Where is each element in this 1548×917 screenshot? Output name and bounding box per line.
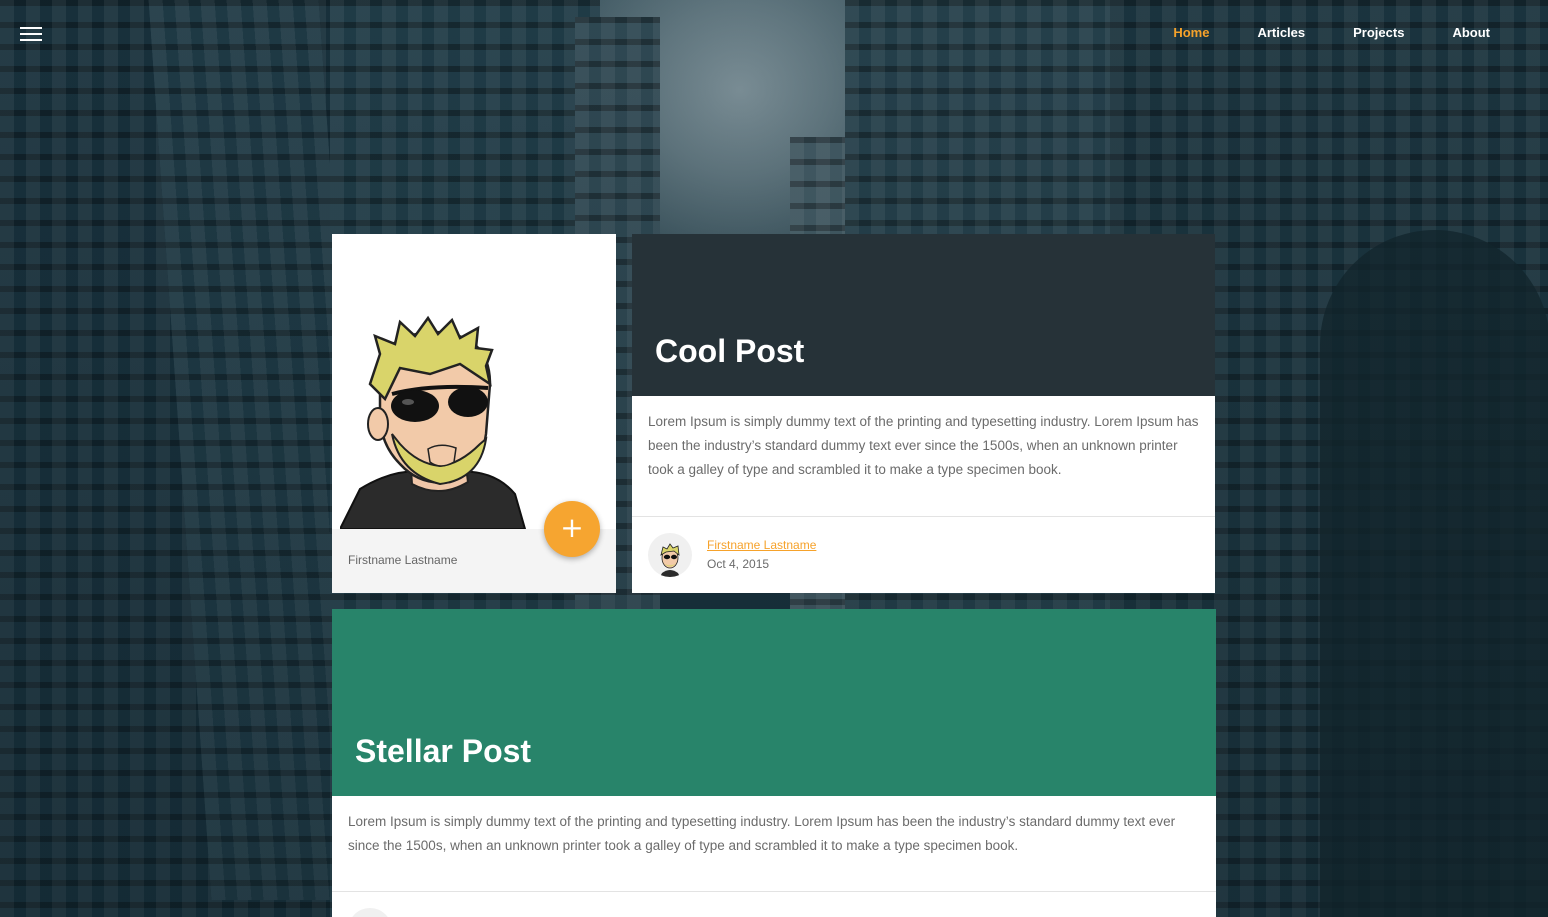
profile-card: Firstname Lastname + — [332, 234, 616, 593]
author-link[interactable]: Firstname Lastname — [707, 538, 816, 552]
profile-name: Firstname Lastname — [348, 553, 458, 567]
post-meta — [332, 891, 1216, 917]
post-header: Cool Post — [632, 234, 1215, 396]
post-meta: Firstname Lastname Oct 4, 2015 — [632, 516, 1215, 594]
author-avatar — [648, 533, 692, 577]
post-header: Stellar Post — [332, 609, 1216, 796]
top-navigation: Home Articles Projects About — [1173, 25, 1490, 40]
hamburger-menu-icon[interactable] — [20, 27, 42, 43]
profile-avatar-image — [340, 315, 527, 529]
post-date: Oct 4, 2015 — [707, 557, 770, 571]
post-excerpt: Lorem Ipsum is simply dummy text of the … — [648, 414, 1199, 477]
post-title[interactable]: Cool Post — [655, 333, 804, 370]
author-avatar — [348, 908, 392, 917]
nav-link-home[interactable]: Home — [1173, 25, 1209, 40]
page: Home Articles Projects About Firstname L… — [0, 0, 1548, 917]
nav-link-articles[interactable]: Articles — [1257, 25, 1305, 40]
nav-link-projects[interactable]: Projects — [1353, 25, 1404, 40]
post-title[interactable]: Stellar Post — [355, 733, 531, 770]
author-avatar-icon — [660, 543, 680, 577]
post-excerpt: Lorem Ipsum is simply dummy text of the … — [348, 814, 1176, 853]
post-card-stellar-post: Stellar Post Lorem Ipsum is simply dummy… — [332, 609, 1216, 917]
post-card-cool-post: Cool Post Lorem Ipsum is simply dummy te… — [632, 234, 1215, 593]
plus-icon[interactable]: + — [544, 501, 600, 557]
nav-link-about[interactable]: About — [1452, 25, 1490, 40]
